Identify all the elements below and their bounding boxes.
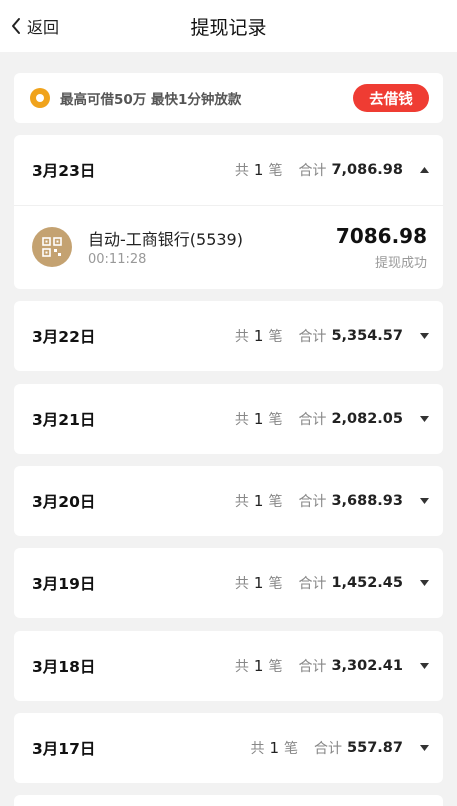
total-label: 合计 [298, 329, 327, 345]
total-label: 合计 [298, 576, 327, 592]
count-prefix: 共 [234, 659, 249, 675]
caret-down-icon [420, 416, 429, 422]
record-count: 1 [253, 657, 264, 675]
caret-down-icon [420, 580, 429, 586]
count-prefix: 共 [234, 412, 249, 428]
borrow-button[interactable]: 去借钱 [353, 84, 429, 112]
count-unit: 笔 [268, 412, 283, 428]
record-group-card-partial [14, 795, 443, 806]
record-summary: 共 1 笔 合计 3,302.41 [235, 656, 403, 676]
record-date: 3月21日 [32, 411, 96, 429]
record-summary: 共 1 笔 合计 1,452.45 [235, 573, 403, 593]
record-total: 3,302.41 [331, 658, 403, 674]
record-group-card: 3月18日 共 1 笔 合计 3,302.41 [14, 631, 443, 701]
record-group-card: 3月23日 共 1 笔 合计 7,086.98 自动-工商银行(5539) 00… [14, 135, 443, 289]
total-label: 合计 [298, 412, 327, 428]
record-group-header[interactable]: 3月21日 共 1 笔 合计 2,082.05 [14, 384, 443, 454]
count-unit: 笔 [268, 163, 283, 179]
record-count: 1 [253, 327, 264, 345]
count-unit: 笔 [268, 659, 283, 675]
record-count: 1 [253, 574, 264, 592]
record-group-header[interactable]: 3月22日 共 1 笔 合计 5,354.57 [14, 301, 443, 371]
caret-down-icon [420, 745, 429, 751]
back-button[interactable]: 返回 [10, 14, 59, 38]
record-total: 2,082.05 [331, 411, 403, 427]
total-label: 合计 [298, 494, 327, 510]
count-unit: 笔 [268, 329, 283, 345]
caret-down-icon [420, 498, 429, 504]
total-label: 合计 [298, 659, 327, 675]
caret-down-icon [420, 663, 429, 669]
back-label: 返回 [27, 18, 60, 37]
record-group-header[interactable]: 3月23日 共 1 笔 合计 7,086.98 [14, 135, 443, 205]
qr-code-icon [32, 227, 72, 267]
record-group-header[interactable]: 3月17日 共 1 笔 合计 557.87 [14, 713, 443, 783]
count-prefix: 共 [234, 576, 249, 592]
record-group-card: 3月20日 共 1 笔 合计 3,688.93 [14, 466, 443, 536]
record-summary: 共 1 笔 合计 3,688.93 [235, 491, 403, 511]
record-group-card: 3月21日 共 1 笔 合计 2,082.05 [14, 384, 443, 454]
record-summary: 共 1 笔 合计 7,086.98 [235, 160, 403, 180]
count-prefix: 共 [250, 741, 265, 757]
count-prefix: 共 [234, 494, 249, 510]
count-unit: 笔 [268, 494, 283, 510]
record-status: 提现成功 [374, 256, 427, 271]
count-unit: 笔 [268, 576, 283, 592]
record-group-card: 3月22日 共 1 笔 合计 5,354.57 [14, 301, 443, 371]
navigation-bar: 返回 提现记录 [0, 0, 457, 52]
count-prefix: 共 [234, 329, 249, 345]
record-total: 5,354.57 [331, 328, 403, 344]
count-unit: 笔 [284, 741, 299, 757]
caret-up-icon [420, 167, 429, 173]
record-total: 557.87 [347, 740, 403, 756]
promo-text: 最高可借50万 最快1分钟放款 [60, 92, 242, 108]
coin-icon [30, 88, 50, 108]
bank-account-name: 自动-工商银行(5539) [88, 230, 243, 249]
total-label: 合计 [298, 163, 327, 179]
record-summary: 共 1 笔 合计 5,354.57 [235, 326, 403, 346]
count-prefix: 共 [234, 163, 249, 179]
record-total: 3,688.93 [331, 493, 403, 509]
chevron-left-icon [12, 18, 20, 34]
record-group-card: 3月17日 共 1 笔 合计 557.87 [14, 713, 443, 783]
record-count: 1 [253, 492, 264, 510]
record-date: 3月22日 [32, 328, 96, 346]
record-date: 3月23日 [32, 162, 96, 180]
record-date: 3月20日 [32, 493, 96, 511]
record-item[interactable]: 自动-工商银行(5539) 00:11:28 7086.98 提现成功 [14, 206, 443, 289]
total-label: 合计 [314, 741, 343, 757]
page-title: 提现记录 [190, 16, 267, 39]
record-group-header[interactable]: 3月18日 共 1 笔 合计 3,302.41 [14, 631, 443, 701]
record-date: 3月19日 [32, 575, 96, 593]
loan-promo-banner: 最高可借50万 最快1分钟放款 去借钱 [14, 73, 443, 123]
record-group-header[interactable]: 3月19日 共 1 笔 合计 1,452.45 [14, 548, 443, 618]
record-date: 3月18日 [32, 658, 96, 676]
record-summary: 共 1 笔 合计 2,082.05 [235, 409, 403, 429]
record-time: 00:11:28 [88, 252, 147, 267]
record-total: 7,086.98 [331, 162, 403, 178]
record-count: 1 [253, 410, 264, 428]
record-summary: 共 1 笔 合计 557.87 [250, 738, 403, 758]
record-date: 3月17日 [32, 740, 96, 758]
record-group-header[interactable]: 3月20日 共 1 笔 合计 3,688.93 [14, 466, 443, 536]
record-group-card: 3月19日 共 1 笔 合计 1,452.45 [14, 548, 443, 618]
record-count: 1 [253, 161, 264, 179]
record-amount: 7086.98 [335, 224, 427, 248]
caret-down-icon [420, 333, 429, 339]
record-count: 1 [269, 739, 280, 757]
record-total: 1,452.45 [331, 575, 403, 591]
